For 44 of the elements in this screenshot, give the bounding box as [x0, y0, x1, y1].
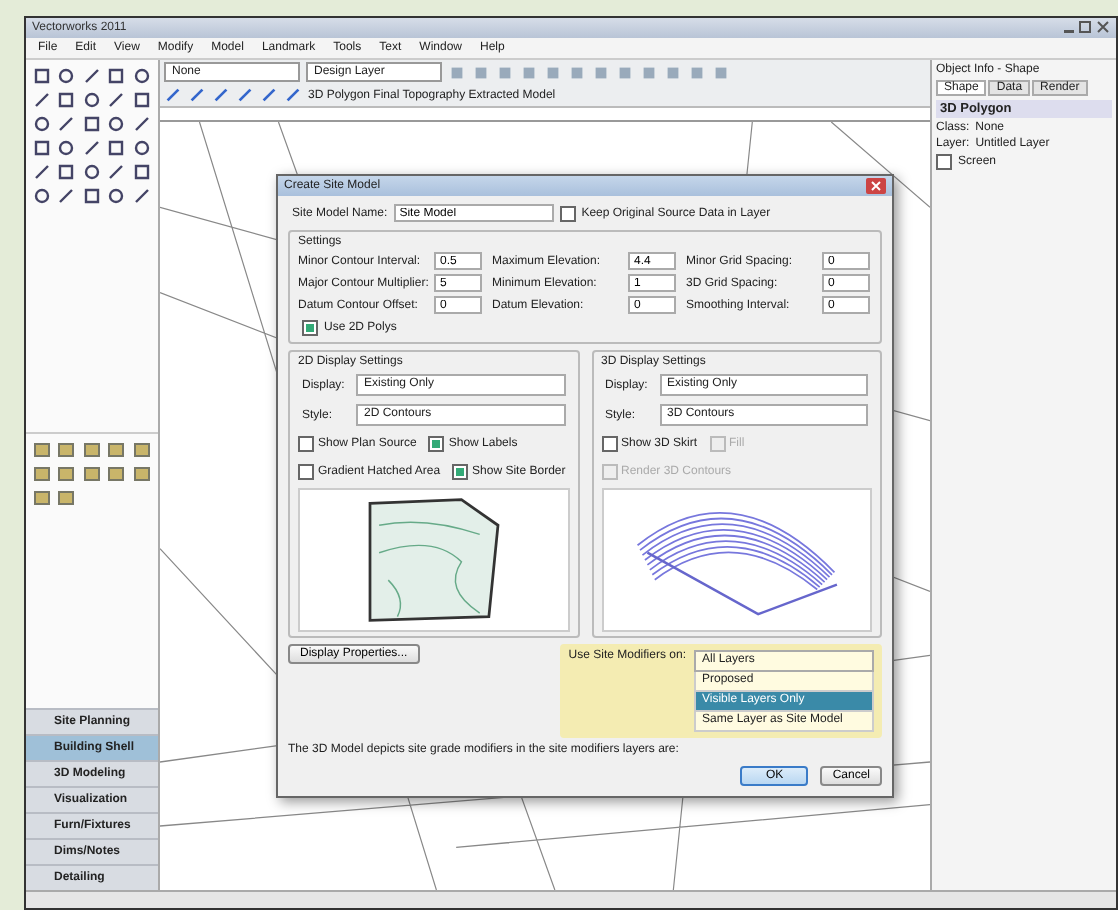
tool-icon[interactable] [56, 114, 77, 134]
tool-icon[interactable] [56, 186, 77, 206]
building-tool-icon[interactable] [131, 464, 152, 484]
tool-icon[interactable] [131, 114, 152, 134]
building-tool-icon[interactable] [56, 464, 77, 484]
checkbox[interactable] [601, 436, 617, 453]
checkbox[interactable] [936, 154, 952, 170]
checkbox[interactable] [559, 205, 576, 221]
building-tool-icon[interactable] [56, 440, 77, 460]
tool-icon[interactable] [106, 186, 127, 206]
tool-icon[interactable] [106, 114, 127, 134]
tool-icon[interactable] [81, 138, 102, 158]
tool-icon[interactable] [106, 66, 127, 86]
tool-icon[interactable] [56, 90, 77, 110]
tool-icon[interactable] [131, 162, 152, 182]
checkbox[interactable] [428, 436, 445, 453]
close-icon[interactable] [866, 178, 886, 194]
building-tool-icon[interactable] [81, 440, 102, 460]
building-tool-icon[interactable] [56, 488, 77, 508]
tool-icon[interactable] [131, 186, 152, 206]
tool-icon[interactable] [106, 162, 127, 182]
building-tool-icon[interactable] [131, 440, 152, 460]
checkbox[interactable] [452, 463, 469, 480]
building-tool-icon[interactable] [81, 464, 102, 484]
tool-icon[interactable] [81, 162, 102, 182]
tool-icon[interactable] [56, 66, 77, 86]
checkbox[interactable] [298, 436, 314, 453]
tool-icon[interactable] [56, 162, 77, 182]
tool-icon[interactable] [106, 138, 127, 158]
tool-icon[interactable] [131, 66, 152, 86]
window-controls-icon[interactable] [1062, 20, 1110, 36]
building-tool-icon[interactable] [106, 464, 127, 484]
building-tool-icon[interactable] [106, 440, 127, 460]
tool-icon[interactable] [131, 90, 152, 110]
checkbox[interactable] [298, 463, 314, 480]
tool-icon[interactable] [106, 90, 127, 110]
tool-icon[interactable] [81, 186, 102, 206]
tool-icon[interactable] [131, 138, 152, 158]
contour-plan-drawing [365, 496, 502, 624]
tool-icon[interactable] [81, 90, 102, 110]
tool-icon[interactable] [56, 138, 77, 158]
tool-icon[interactable] [81, 114, 102, 134]
checkbox[interactable] [302, 320, 318, 336]
tool-icon[interactable] [81, 66, 102, 86]
